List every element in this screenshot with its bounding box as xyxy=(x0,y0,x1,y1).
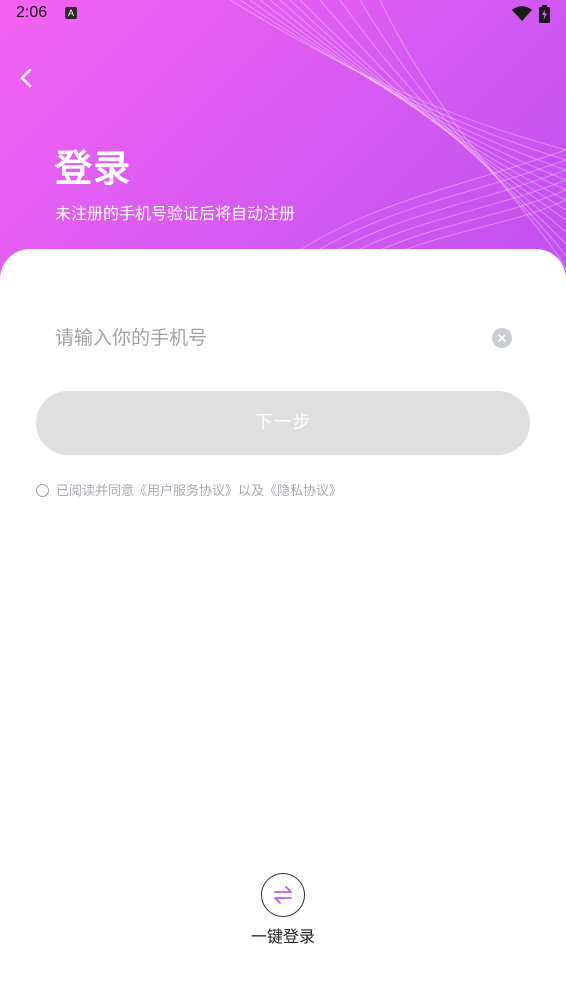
swap-arrows-icon xyxy=(274,886,292,904)
wifi-icon xyxy=(512,6,532,21)
one-key-login[interactable]: 一键登录 xyxy=(243,873,323,947)
one-key-login-button[interactable] xyxy=(261,873,305,917)
status-time: 2:06 xyxy=(16,4,48,21)
page-title: 登录 xyxy=(55,147,131,190)
phone-input[interactable] xyxy=(55,316,475,360)
user-agreement-link[interactable]: 《用户服务协议》 xyxy=(134,484,238,499)
header-banner: 2:06 A 登录 未注册的手机号验证后将自动注册 xyxy=(0,0,566,290)
status-bar: 2:06 A xyxy=(0,0,566,28)
back-button[interactable] xyxy=(12,62,42,94)
chevron-left-icon xyxy=(20,68,32,88)
clear-input-button[interactable] xyxy=(492,328,512,348)
privacy-policy-link[interactable]: 《隐私协议》 xyxy=(264,484,342,499)
one-key-login-label: 一键登录 xyxy=(250,927,315,946)
agreement-connector: 以及 xyxy=(238,484,265,499)
phone-input-row xyxy=(55,316,515,360)
close-icon xyxy=(498,334,506,342)
notification-a-icon: A xyxy=(65,7,77,19)
next-step-button[interactable]: 下一步 xyxy=(36,391,530,455)
battery-icon xyxy=(539,5,550,23)
page-subtitle: 未注册的手机号验证后将自动注册 xyxy=(55,204,296,223)
agreement-radio[interactable] xyxy=(36,484,49,497)
agreement-text: 已阅读并同意《用户服务协议》以及《隐私协议》 xyxy=(56,480,342,499)
agreement-prefix: 已阅读并同意 xyxy=(56,484,135,499)
